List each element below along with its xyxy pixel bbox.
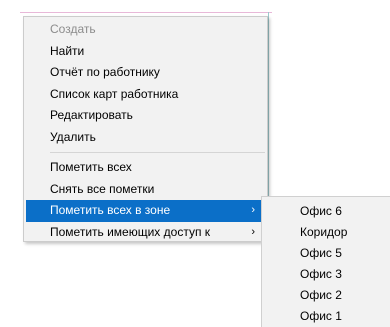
- menu-item-unmark-all[interactable]: Снять все пометки: [26, 179, 265, 201]
- submenu-item-office-1[interactable]: Офис 1: [262, 306, 390, 327]
- menu-item-label: Пометить имеющих доступ к: [50, 224, 211, 239]
- submenu-item-corridor[interactable]: Коридор: [262, 222, 390, 243]
- menu-item-label: Удалить: [50, 129, 96, 144]
- screen: Создать Найти Отчёт по работнику Список …: [0, 0, 390, 327]
- menu-item-label: Пометить всех: [50, 160, 132, 174]
- menu-item-delete[interactable]: Удалить: [26, 127, 265, 149]
- zone-submenu: Офис 6 Коридор Офис 5 Офис 3 Офис 2 Офис…: [261, 196, 390, 327]
- chevron-right-icon: ›: [251, 225, 255, 238]
- submenu-item-label: Коридор: [300, 225, 348, 239]
- context-menu: Создать Найти Отчёт по работнику Список …: [23, 16, 268, 242]
- menu-separator: [50, 152, 265, 153]
- menu-item-mark-with-access[interactable]: Пометить имеющих доступ к ›: [26, 222, 265, 244]
- menu-item-label: Снять все пометки: [50, 181, 155, 196]
- submenu-item-office-2[interactable]: Офис 2: [262, 285, 390, 306]
- menu-item-employee-cards[interactable]: Список карт работника: [26, 84, 265, 106]
- menu-item-mark-all-in-zone[interactable]: Пометить всех в зоне ›: [26, 200, 265, 222]
- submenu-item-label: Офис 5: [300, 246, 342, 260]
- submenu-item-office-3[interactable]: Офис 3: [262, 264, 390, 285]
- menu-item-find[interactable]: Найти: [26, 41, 265, 63]
- menu-item-mark-all[interactable]: Пометить всех: [26, 157, 265, 179]
- menu-item-label: Создать: [50, 22, 96, 36]
- menu-item-label: Редактировать: [50, 108, 133, 122]
- menu-item-create[interactable]: Создать: [26, 19, 265, 41]
- submenu-item-label: Офис 3: [300, 267, 342, 281]
- submenu-item-label: Офис 6: [300, 204, 342, 218]
- menu-item-label: Найти: [50, 43, 85, 58]
- menu-item-employee-report[interactable]: Отчёт по работнику: [26, 62, 265, 84]
- chevron-right-icon: ›: [251, 204, 255, 216]
- submenu-item-office-5[interactable]: Офис 5: [262, 243, 390, 264]
- menu-item-label: Отчёт по работнику: [50, 65, 160, 79]
- submenu-item-label: Офис 1: [300, 309, 342, 323]
- menu-item-label: Пометить всех в зоне: [50, 203, 171, 217]
- menu-item-edit[interactable]: Редактировать: [26, 105, 265, 127]
- background-window-edge: [20, 12, 272, 13]
- submenu-item-label: Офис 2: [300, 288, 342, 302]
- menu-item-label: Список карт работника: [50, 86, 179, 101]
- submenu-item-office-6[interactable]: Офис 6: [262, 201, 390, 222]
